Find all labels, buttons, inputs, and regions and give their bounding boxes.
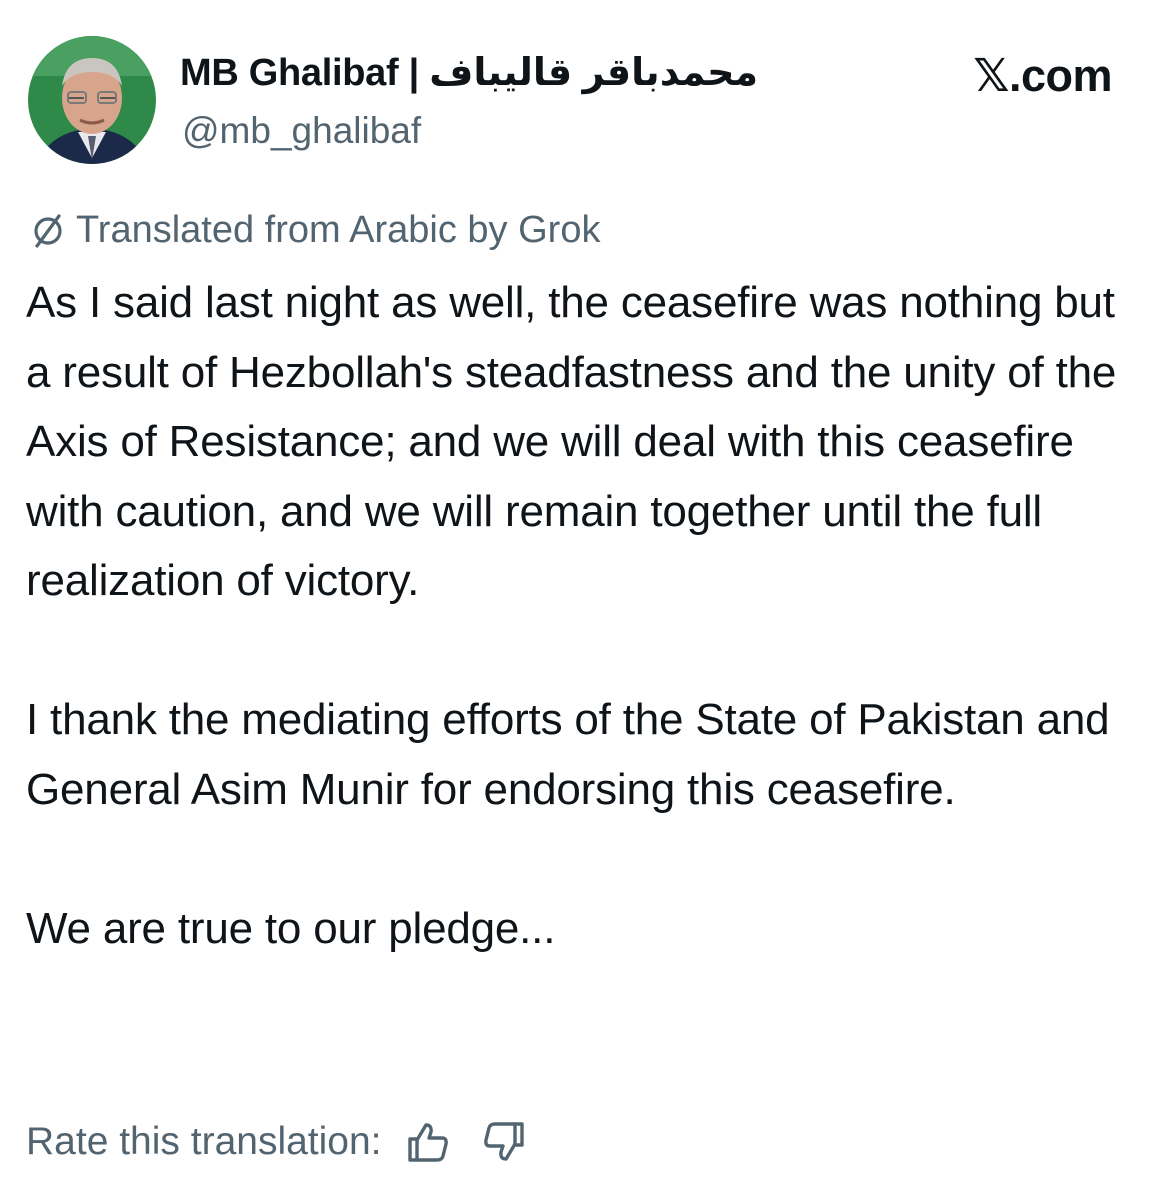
thumbs-down-icon xyxy=(483,1122,524,1161)
tweet-text: As I said last night as well, the ceasef… xyxy=(26,268,1136,963)
rate-translation-label: Rate this translation: xyxy=(26,1120,382,1163)
author-handle[interactable]: @mb_ghalibaf xyxy=(182,106,421,156)
thumbs-up-button[interactable] xyxy=(402,1116,454,1168)
translation-notice: Translated from Arabic by Grok xyxy=(28,202,600,258)
translation-notice-text: Translated from Arabic by Grok xyxy=(76,208,601,251)
profile-photo xyxy=(28,36,156,164)
translate-slash-icon xyxy=(28,210,68,250)
thumbs-down-button[interactable] xyxy=(478,1116,530,1168)
thumbs-up-icon xyxy=(407,1123,448,1162)
site-label: 𝕏.com xyxy=(973,50,1112,101)
author-display-name[interactable]: MB Ghalibaf | محمدباقر قالیباف xyxy=(180,46,758,100)
avatar[interactable] xyxy=(28,36,156,164)
rate-translation-row: Rate this translation: xyxy=(26,1112,530,1172)
tweet-paragraph: As I said last night as well, the ceasef… xyxy=(26,278,1117,605)
tweet-paragraph: I thank the mediating efforts of the Sta… xyxy=(26,695,1110,814)
tweet-paragraph: We are true to our pledge... xyxy=(26,903,556,953)
